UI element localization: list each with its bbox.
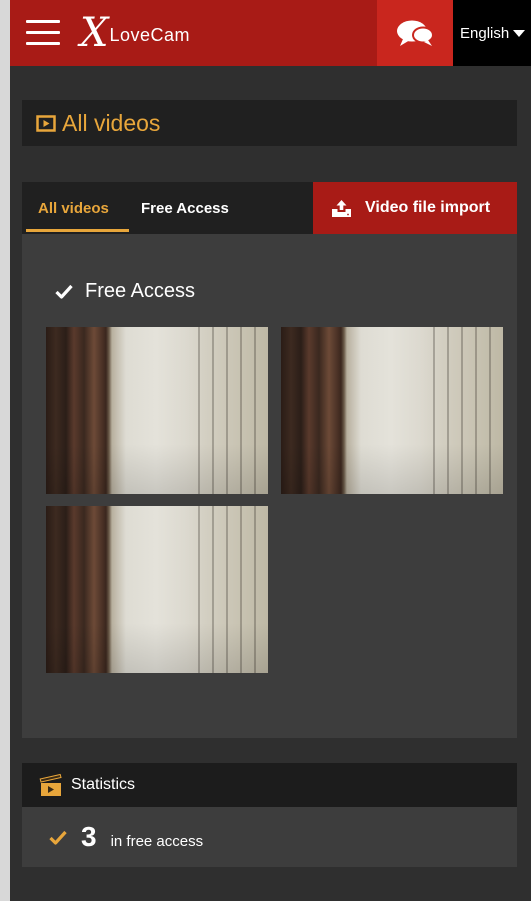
chat-button[interactable]	[377, 0, 453, 66]
clapperboard-icon	[39, 773, 62, 796]
top-header: X LoveCam English	[10, 0, 531, 66]
video-play-icon	[36, 114, 56, 132]
language-label: English	[460, 24, 510, 42]
statistics-header: Statistics	[22, 763, 517, 807]
video-thumbnail[interactable]	[46, 506, 268, 673]
videos-card: All videos Free Access Video file import…	[22, 182, 517, 738]
tab-free-access[interactable]: Free Access	[141, 182, 251, 234]
page: X LoveCam English All videos All videos …	[10, 0, 531, 901]
tab-all-videos[interactable]: All videos	[26, 182, 129, 234]
page-title-bar: All videos	[22, 100, 517, 146]
page-title: All videos	[62, 109, 161, 136]
chat-icon	[397, 20, 434, 46]
statistics-title: Statistics	[71, 776, 136, 793]
menu-icon[interactable]	[26, 20, 60, 46]
upload-icon	[332, 199, 351, 217]
chevron-down-icon	[513, 29, 526, 37]
video-file-import-button[interactable]: Video file import	[313, 182, 517, 234]
free-access-label: in free access	[110, 832, 204, 850]
check-icon	[49, 830, 67, 845]
logo[interactable]: X LoveCam	[80, 10, 190, 56]
language-selector[interactable]: English	[453, 0, 531, 66]
tab-bar: All videos Free Access Video file import	[22, 182, 517, 234]
video-thumbnail[interactable]	[281, 327, 503, 494]
logo-initial: X	[80, 10, 109, 56]
video-thumbnail[interactable]	[46, 327, 268, 494]
section-title: Free Access	[85, 280, 196, 302]
section-header: Free Access	[55, 280, 195, 303]
check-icon	[55, 284, 73, 299]
free-access-count: 3	[81, 821, 97, 852]
import-label: Video file import	[365, 199, 491, 216]
logo-text: LoveCam	[109, 24, 191, 45]
statistics-body: 3 in free access	[22, 807, 517, 867]
